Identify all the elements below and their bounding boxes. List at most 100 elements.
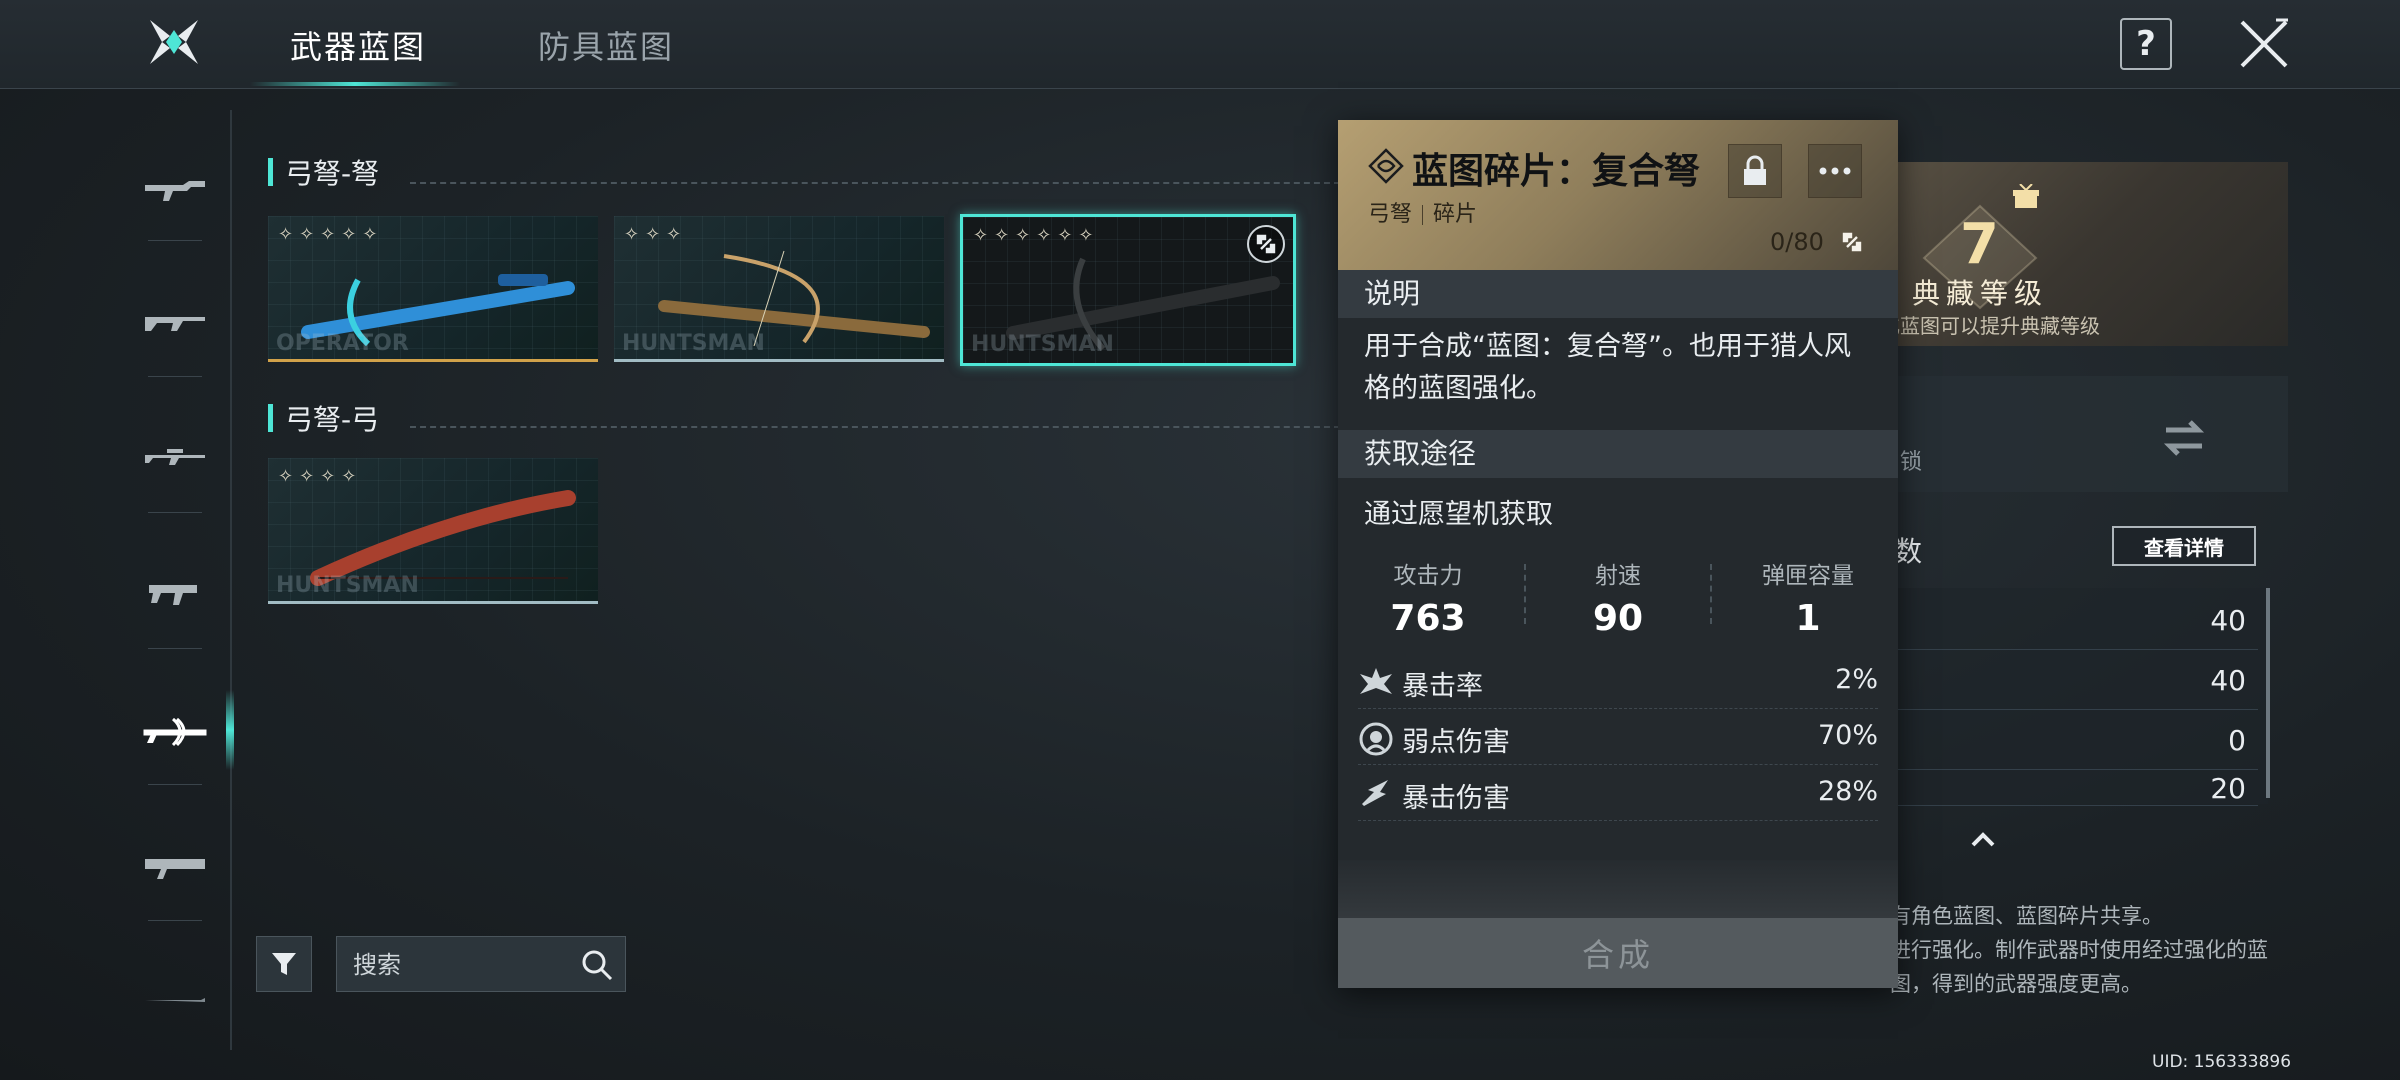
close-icon[interactable] [2236, 16, 2292, 72]
lock-button[interactable] [1728, 144, 1782, 198]
weakpoint-damage-icon [1359, 722, 1393, 756]
stat-value: 90 [1592, 598, 1644, 639]
unlock-block [1870, 376, 2288, 492]
attr-label: 弱点伤害 [1402, 727, 1510, 758]
category-assault-rifle-icon[interactable] [140, 158, 210, 218]
blueprint-card[interactable]: ✧✧✧✧✧ OPERATOR [268, 216, 598, 362]
rarity-line [268, 601, 598, 604]
rail-divider [148, 240, 202, 241]
params-label: 数 [1894, 535, 1923, 568]
brand-watermark: HUNTSMAN [276, 573, 419, 598]
section-divider [410, 426, 1340, 428]
description-text: 用于合成“蓝图：复合弩”。也用于猎人风格的蓝图强化。 [1364, 331, 1851, 404]
game-logo-icon [150, 20, 198, 64]
category-smg-icon[interactable] [140, 562, 210, 622]
more-icon [1819, 167, 1851, 175]
tab-weapon-blueprints[interactable]: 武器蓝图 [290, 22, 426, 68]
gift-icon [2013, 184, 2039, 208]
blueprint-card[interactable]: ✧✧✧ HUNTSMAN [614, 216, 944, 362]
rail-divider [148, 376, 202, 377]
rarity-stars: ✧✧✧ [624, 224, 688, 245]
section-title-text: 弓弩-弩 [285, 157, 380, 190]
view-details-button[interactable]: 查看详情 [2112, 526, 2256, 566]
popup-footer-shade [1338, 860, 1898, 918]
category-sniper-rifle-icon[interactable] [140, 426, 210, 486]
rail-divider [148, 920, 202, 921]
attr-value: 28% [1817, 776, 1878, 807]
search-input[interactable] [351, 947, 575, 983]
filter-icon [272, 953, 296, 975]
source-header: 获取途径 [1338, 430, 1898, 478]
top-bar: 武器蓝图 防具蓝图 ? [0, 0, 2400, 89]
help-button[interactable]: ? [2120, 18, 2172, 70]
popup-title: 蓝图碎片：复合弩 [1412, 151, 1701, 192]
blueprint-card-selected[interactable]: ✧✧✧✧✧✧ HUNTSMAN [960, 214, 1296, 366]
swap-icon[interactable] [2160, 414, 2208, 462]
params-scrollbar[interactable] [2266, 588, 2270, 798]
crit-rate-icon [1360, 668, 1392, 694]
attr-value: 70% [1817, 720, 1878, 751]
tag-category: 弓弩 [1368, 202, 1413, 227]
category-rail-line [230, 110, 232, 1050]
section-divider [410, 182, 1340, 184]
rarity-line [614, 359, 944, 362]
stat-label: 弹匣容量 [1762, 563, 1854, 589]
section-title-crossbow: 弓弩-弩 [268, 152, 379, 192]
category-launcher-icon[interactable] [140, 836, 210, 896]
chevron-up-icon[interactable] [1970, 830, 1996, 848]
search-icon[interactable] [581, 949, 613, 981]
param-row: 40 [1870, 592, 2258, 650]
category-ak-rifle-icon[interactable] [140, 292, 210, 352]
note-line: 有角色蓝图、蓝图碎片共享。 [1890, 904, 2163, 928]
popup-header: 蓝图碎片：复合弩 弓弩 碎片 0/80 [1338, 120, 1898, 270]
section-title-text: 弓弩-弓 [285, 403, 380, 436]
tag-type: 碎片 [1433, 202, 1478, 227]
stat-value: 763 [1390, 598, 1466, 639]
blueprint-card[interactable]: ✧✧✧✧ HUNTSMAN [268, 458, 598, 604]
crit-damage-icon [1362, 780, 1388, 806]
rarity-line [268, 359, 598, 362]
brand-watermark: HUNTSMAN [971, 332, 1114, 357]
source-text: 通过愿望机获取 [1364, 499, 1553, 530]
stat-label: 攻击力 [1393, 563, 1463, 589]
lock-icon [1744, 155, 1766, 185]
stat-divider [1524, 564, 1526, 624]
stat-label: 射速 [1595, 563, 1641, 589]
description-header: 说明 [1338, 270, 1898, 318]
attr-value: 2% [1835, 664, 1878, 695]
rail-divider [148, 784, 202, 785]
brand-watermark: OPERATOR [276, 331, 409, 356]
stat-value: 1 [1795, 598, 1821, 639]
lock-text: 锁 [1900, 450, 1923, 475]
rarity-stars: ✧✧✧✧✧ [278, 224, 384, 245]
collection-level-hint: 化蓝图可以提升典藏等级 [1880, 314, 2100, 338]
fragment-count: 0/80 [1770, 228, 1824, 256]
bow-image [310, 490, 576, 586]
filter-button[interactable] [256, 936, 312, 992]
expand-icon[interactable] [1247, 225, 1285, 263]
item-detail-popup: 蓝图碎片：复合弩 弓弩 碎片 0/80 说明 用于合成“蓝图：复合弩”。也用于猎人… [1338, 120, 1898, 988]
stat-magazine: 弹匣容量 1 [1718, 556, 1898, 639]
search-box[interactable] [336, 936, 626, 992]
category-melee-icon[interactable] [140, 970, 210, 1030]
compose-button[interactable]: 合成 [1338, 918, 1898, 988]
category-crossbow-icon[interactable] [140, 700, 210, 760]
collection-level-value: 7 [1960, 212, 1999, 277]
rarity-stars: ✧✧✧✧✧✧ [973, 225, 1100, 246]
param-row: 40 [1870, 652, 2258, 710]
stat-divider [1710, 564, 1712, 624]
collection-level-label: 典藏等级 [1912, 277, 2049, 310]
param-row: 20 [1870, 772, 2258, 806]
attr-label: 暴击伤害 [1402, 783, 1510, 814]
rail-divider [148, 648, 202, 649]
rail-active-glow [226, 690, 234, 770]
attr-row-crit-damage: 暴击伤害 28% [1358, 766, 1878, 821]
rail-divider [148, 512, 202, 513]
more-button[interactable] [1808, 144, 1862, 198]
note-line: 图，得到的武器强度更高。 [1890, 972, 2142, 996]
tab-armor-blueprints[interactable]: 防具蓝图 [538, 22, 674, 68]
rarity-stars: ✧✧✧✧ [278, 466, 363, 487]
user-id: UID: 156333896 [2152, 1052, 2292, 1072]
active-tab-indicator [250, 82, 460, 86]
attr-label: 暴击率 [1402, 671, 1483, 702]
